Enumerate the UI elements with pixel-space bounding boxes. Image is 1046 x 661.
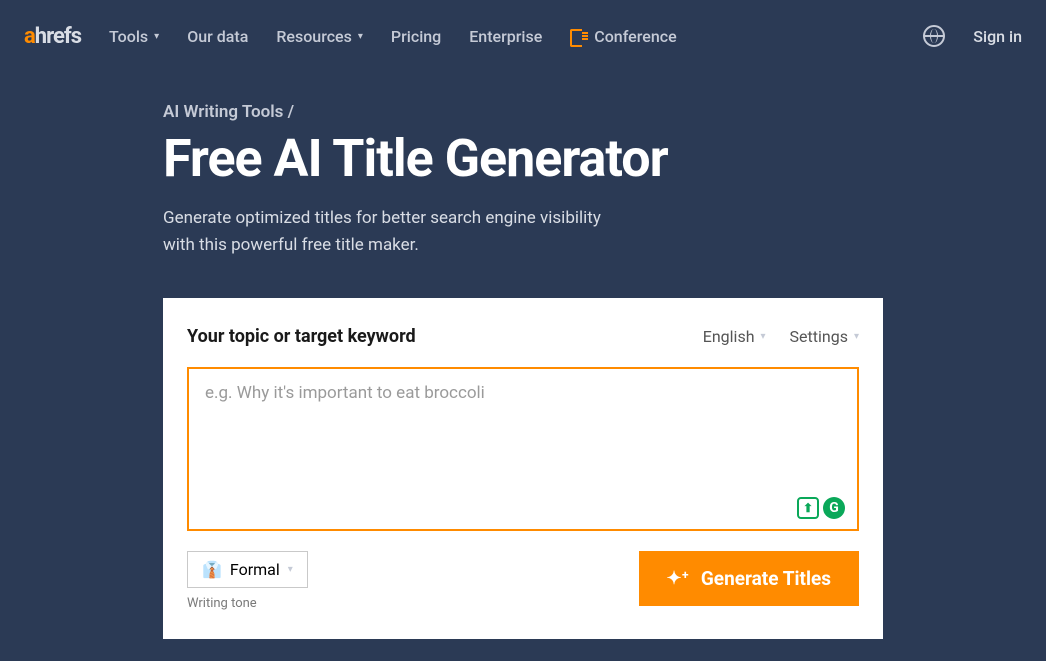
nav-resources-label: Resources bbox=[276, 27, 352, 46]
grammarly-icon[interactable]: G bbox=[823, 497, 845, 519]
globe-icon[interactable] bbox=[923, 25, 945, 47]
nav-tools-label: Tools bbox=[109, 27, 148, 46]
settings-label: Settings bbox=[790, 327, 848, 346]
tone-dropdown[interactable]: 👔 Formal ▾ bbox=[187, 551, 308, 588]
chevron-down-icon: ▾ bbox=[761, 331, 766, 342]
nav-our-data-label: Our data bbox=[187, 27, 248, 46]
tone-icon: 👔 bbox=[202, 560, 222, 579]
tone-wrap: 👔 Formal ▾ Writing tone bbox=[187, 551, 308, 611]
nav-conference-label: Conference bbox=[594, 27, 676, 46]
card-top: Your topic or target keyword English ▾ Se… bbox=[187, 326, 859, 347]
header: ahrefs Tools ▾ Our data Resources ▾ Pricin… bbox=[0, 0, 1046, 72]
nav-pricing[interactable]: Pricing bbox=[391, 27, 441, 46]
topic-input[interactable] bbox=[205, 383, 841, 515]
topic-textarea-wrap: ⬆ G bbox=[187, 367, 859, 531]
generator-card: Your topic or target keyword English ▾ Se… bbox=[163, 298, 883, 639]
tone-caption: Writing tone bbox=[187, 596, 308, 611]
nav-resources[interactable]: Resources ▾ bbox=[276, 27, 363, 46]
chevron-down-icon: ▾ bbox=[854, 331, 859, 342]
nav-enterprise-label: Enterprise bbox=[469, 27, 542, 46]
page-title: Free AI Title Generator bbox=[163, 130, 883, 187]
bottom-row: 👔 Formal ▾ Writing tone ✦⁺ Generate Titl… bbox=[187, 551, 859, 611]
logo-rest: hrefs bbox=[35, 24, 81, 49]
settings-dropdown[interactable]: Settings ▾ bbox=[790, 327, 859, 346]
top-controls: English ▾ Settings ▾ bbox=[703, 327, 859, 346]
nav-conference[interactable]: Conference bbox=[570, 27, 676, 46]
input-badges: ⬆ G bbox=[797, 497, 845, 519]
page-subtitle: Generate optimized titles for better sea… bbox=[163, 205, 623, 258]
generate-button[interactable]: ✦⁺ Generate Titles bbox=[639, 551, 860, 606]
generate-label: Generate Titles bbox=[701, 567, 831, 590]
chevron-down-icon: ▾ bbox=[288, 564, 293, 575]
sign-in-link[interactable]: Sign in bbox=[973, 27, 1022, 46]
language-value: English bbox=[703, 327, 755, 346]
language-dropdown[interactable]: English ▾ bbox=[703, 327, 766, 346]
nav: Tools ▾ Our data Resources ▾ Pricing Enter… bbox=[109, 27, 677, 46]
tone-value: Formal bbox=[230, 560, 280, 579]
chevron-down-icon: ▾ bbox=[154, 31, 159, 42]
content: AI Writing Tools / Free AI Title Generat… bbox=[163, 72, 883, 639]
upload-icon[interactable]: ⬆ bbox=[797, 497, 819, 519]
breadcrumb[interactable]: AI Writing Tools / bbox=[163, 102, 883, 122]
nav-tools[interactable]: Tools ▾ bbox=[109, 27, 159, 46]
nav-our-data[interactable]: Our data bbox=[187, 27, 248, 46]
sparkle-icon: ✦⁺ bbox=[667, 568, 689, 589]
conference-icon bbox=[570, 29, 588, 43]
nav-enterprise[interactable]: Enterprise bbox=[469, 27, 542, 46]
chevron-down-icon: ▾ bbox=[358, 31, 363, 42]
logo[interactable]: ahrefs bbox=[24, 24, 81, 49]
nav-pricing-label: Pricing bbox=[391, 27, 441, 46]
logo-a: a bbox=[24, 24, 35, 49]
topic-label: Your topic or target keyword bbox=[187, 326, 416, 347]
